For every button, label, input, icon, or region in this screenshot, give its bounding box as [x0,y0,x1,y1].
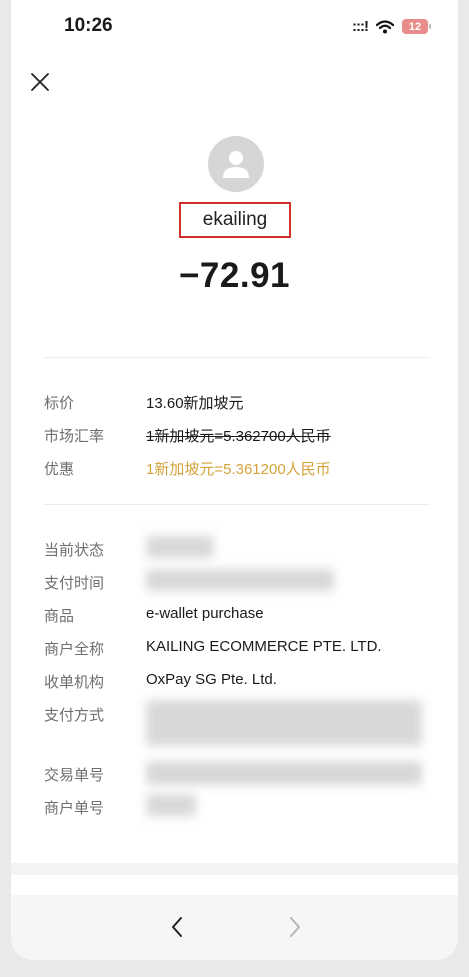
battery-icon: 12 [402,19,431,34]
redacted-value [146,569,334,591]
row-label: 市场汇率 [44,428,105,445]
chevron-left-icon[interactable] [170,916,184,938]
divider [44,504,430,505]
row-label: 支付时间 [44,575,105,592]
row-value: 13.60新加坡元 [146,395,244,412]
redacted-value [146,700,422,746]
avatar [208,136,264,192]
detail-row-merchant-full-name: 商户全称 KAILING ECOMMERCE PTE. LTD. [44,638,382,659]
row-label: 当前状态 [44,542,105,559]
wifi-icon [376,19,394,34]
row-label: 商品 [44,608,75,625]
row-value: OxPay SG Pte. Ltd. [146,671,277,688]
transaction-amount: −72.91 [178,256,291,295]
row-label: 商户单号 [44,800,105,817]
row-label: 商户全称 [44,641,105,658]
close-icon[interactable] [28,70,52,94]
close-button[interactable] [28,70,52,94]
detail-row-merchant-order-id: 商户单号 [44,794,196,818]
redacted-value [146,536,214,558]
status-time: 10:26 [64,15,113,36]
row-value: 1新加坡元=5.361200人民币 [146,461,331,478]
detail-row-product: 商品 e-wallet purchase [44,605,264,626]
row-value: 1新加坡元=5.362700人民币 [146,428,331,445]
row-label: 优惠 [44,461,75,478]
detail-row-transaction-id: 交易单号 [44,761,422,785]
pricing-row-discount: 优惠 1新加坡元=5.361200人民币 [44,458,331,479]
signal-icon: :::! [352,18,369,35]
detail-row-payment-method: 支付方式 [44,700,422,746]
row-value: e-wallet purchase [146,605,264,622]
row-label: 标价 [44,395,75,412]
row-label: 交易单号 [44,767,105,784]
pricing-row-market-rate: 市场汇率 1新加坡元=5.362700人民币 [44,425,331,446]
forward-button[interactable] [280,912,310,942]
row-label: 收单机构 [44,674,105,691]
section-separator [11,863,458,875]
redacted-value [146,794,196,816]
row-label: 支付方式 [44,707,105,724]
phone-screen: 10:26 :::! 12 ekailing −72.91 标价 13.60新加… [11,0,458,960]
divider [44,357,430,358]
user-icon [223,151,249,178]
merchant-name: ekailing [179,202,291,238]
back-button[interactable] [162,912,192,942]
row-value: KAILING ECOMMERCE PTE. LTD. [146,638,382,655]
chevron-right-icon[interactable] [288,916,302,938]
status-icons: :::! 12 [352,18,431,35]
pricing-row-list-price: 标价 13.60新加坡元 [44,392,244,413]
detail-row-acquirer: 收单机构 OxPay SG Pte. Ltd. [44,671,277,692]
bottom-nav-bar [11,895,458,960]
detail-row-pay-time: 支付时间 [44,569,334,593]
detail-row-status: 当前状态 [44,536,214,560]
redacted-value [146,761,422,785]
